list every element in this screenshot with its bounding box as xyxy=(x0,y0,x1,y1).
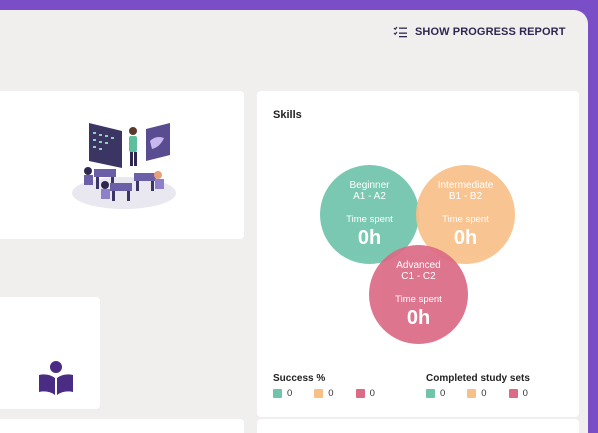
skill-level-range: C1 - C2 xyxy=(401,271,436,282)
success-title: Success % xyxy=(273,373,326,384)
skill-level-name: Beginner xyxy=(349,180,390,191)
completed-value-advanced: 0 xyxy=(522,388,528,399)
show-progress-report-label: SHOW PROGRESS REPORT xyxy=(415,26,566,38)
intermediate-swatch xyxy=(467,389,477,398)
advanced-swatch xyxy=(508,389,518,398)
classroom-card xyxy=(0,91,244,239)
show-progress-report-button[interactable]: SHOW PROGRESS REPORT xyxy=(393,26,566,38)
beginner-swatch xyxy=(273,389,282,398)
skill-level-range: B1 - B2 xyxy=(448,191,483,202)
time-spent-label: Time spent xyxy=(395,294,442,305)
reading-card xyxy=(0,297,100,409)
skills-card: Skills Beginner A1 - A2 Time spent 0h In… xyxy=(257,91,579,417)
intermediate-swatch xyxy=(314,389,324,398)
reader-book-icon xyxy=(39,361,73,395)
success-value-advanced: 0 xyxy=(369,388,375,399)
completed-value-beginner: 0 xyxy=(440,388,446,399)
completed-value-intermediate: 0 xyxy=(481,388,487,399)
beginner-swatch xyxy=(426,389,435,398)
skill-level-range: A1 - A2 xyxy=(353,191,386,202)
completed-legend: 0 0 0 xyxy=(426,388,528,399)
skill-circle-advanced[interactable]: Advanced C1 - C2 Time spent 0h xyxy=(369,245,468,344)
time-spent-label: Time spent xyxy=(346,214,393,225)
success-value-intermediate: 0 xyxy=(328,388,334,399)
time-spent-value: 0h xyxy=(406,307,431,329)
bottom-right-card xyxy=(257,419,579,433)
skill-level-name: Intermediate xyxy=(437,180,494,191)
success-value-beginner: 0 xyxy=(287,388,293,399)
list-check-icon xyxy=(393,26,407,38)
skill-level-name: Advanced xyxy=(396,260,441,271)
completed-title: Completed study sets xyxy=(426,373,530,384)
success-legend: 0 0 0 xyxy=(273,388,375,399)
time-spent-label: Time spent xyxy=(442,214,489,225)
advanced-swatch xyxy=(355,389,365,398)
skills-title: Skills xyxy=(273,109,302,121)
bottom-left-card xyxy=(0,419,244,433)
dashboard-panel: SHOW PROGRESS REPORT Skills Beginner A1 … xyxy=(0,10,588,433)
classroom-illustration xyxy=(72,123,176,209)
